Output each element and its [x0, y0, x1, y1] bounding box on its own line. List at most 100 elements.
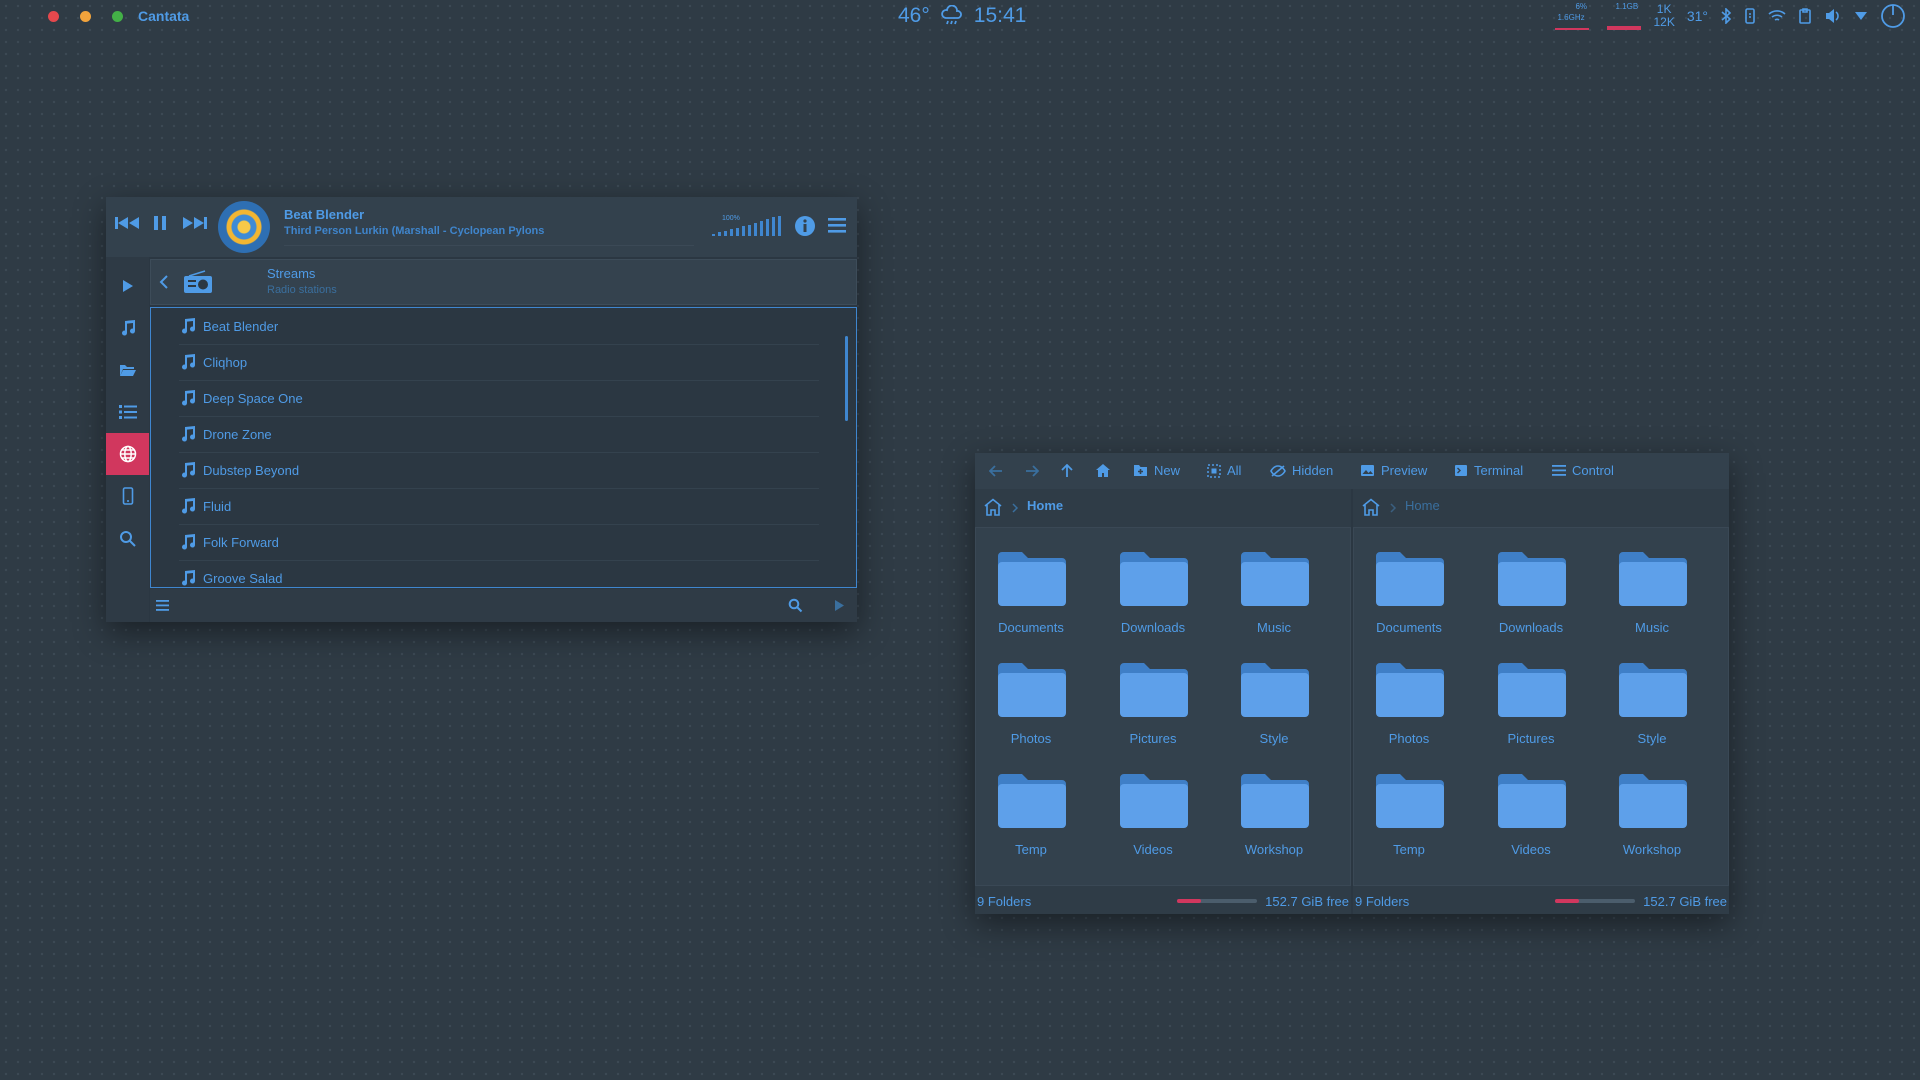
folder-icon — [1120, 552, 1188, 606]
folder-name: Documents — [998, 620, 1064, 635]
close-window-button[interactable] — [48, 11, 59, 22]
folder-item[interactable]: Pictures — [1092, 649, 1202, 749]
image-icon — [1361, 465, 1374, 476]
list-item[interactable]: Dubstep Beyond — [179, 452, 819, 489]
system-temperature[interactable]: 31° — [1687, 8, 1708, 24]
back-arrow-icon[interactable] — [159, 275, 169, 289]
station-name: Fluid — [203, 498, 232, 514]
volume-icon[interactable] — [1824, 8, 1842, 24]
hamburger-menu-icon[interactable] — [828, 217, 846, 233]
folder-item[interactable]: Downloads — [1470, 538, 1580, 638]
track-progress[interactable] — [284, 245, 694, 246]
player-footer — [150, 589, 857, 622]
cpu-monitor[interactable]: 6% 1.6GHz — [1553, 1, 1593, 31]
memory-monitor[interactable]: 1.1GB — [1605, 1, 1642, 31]
search-icon[interactable] — [788, 598, 803, 613]
forward-arrow-icon[interactable] — [1025, 465, 1039, 477]
folder-item[interactable]: Workshop — [1213, 760, 1323, 860]
active-app-name[interactable]: Cantata — [138, 8, 189, 24]
path-segment-home[interactable]: Home — [1405, 498, 1440, 513]
list-item[interactable]: Cliqhop — [179, 344, 819, 381]
sidebar-item-search[interactable] — [106, 517, 149, 559]
power-icon[interactable] — [1880, 3, 1906, 29]
station-name: Dubstep Beyond — [203, 462, 300, 478]
sidebar-item-playlists[interactable] — [106, 391, 149, 433]
list-item[interactable]: Groove Salad — [179, 560, 819, 587]
show-hidden-button[interactable]: Hidden — [1270, 463, 1333, 478]
folder-item[interactable]: Music — [1591, 538, 1701, 638]
folder-item[interactable]: Style — [1591, 649, 1701, 749]
globe-icon — [119, 445, 136, 463]
folder-icon — [1376, 663, 1444, 717]
list-scrollbar[interactable] — [845, 336, 848, 421]
sidebar-item-folders[interactable] — [106, 349, 149, 391]
control-menu-button[interactable]: Control — [1552, 463, 1614, 478]
folder-item[interactable]: Music — [1213, 538, 1323, 638]
list-item[interactable]: Drone Zone — [179, 416, 819, 453]
list-item[interactable]: Beat Blender — [179, 308, 819, 345]
sidebar-item-devices[interactable] — [106, 475, 149, 517]
network-monitor[interactable]: 1K 12K — [1653, 3, 1674, 29]
pause-icon[interactable] — [152, 215, 168, 231]
wifi-icon[interactable] — [1768, 9, 1786, 23]
search-icon — [120, 530, 136, 547]
home-outline-icon[interactable] — [1361, 498, 1381, 516]
folder-icon — [998, 552, 1066, 606]
maximize-window-button[interactable] — [112, 11, 123, 22]
sidebar-item-play-queue[interactable] — [106, 265, 149, 307]
album-cover[interactable] — [218, 201, 270, 253]
home-outline-icon[interactable] — [983, 498, 1003, 516]
folder-item[interactable]: Documents — [1348, 538, 1458, 638]
list-item[interactable]: Fluid — [179, 488, 819, 525]
clock-widget[interactable]: 46° 15:41 — [898, 4, 1026, 28]
up-arrow-icon[interactable] — [1061, 464, 1073, 478]
folder-item[interactable]: Temp — [970, 760, 1080, 860]
list-item[interactable]: Folk Forward — [179, 524, 819, 561]
folder-item[interactable]: Videos — [1470, 760, 1580, 860]
new-folder-button[interactable]: New — [1133, 463, 1180, 478]
clipboard-icon[interactable] — [1798, 8, 1812, 24]
folder-item[interactable]: Photos — [970, 649, 1080, 749]
station-name: Deep Space One — [203, 390, 303, 406]
hamburger-menu-icon[interactable] — [156, 600, 169, 611]
folder-item[interactable]: Documents — [970, 538, 1080, 638]
music-note-icon — [182, 462, 196, 478]
info-icon[interactable] — [794, 215, 816, 237]
bluetooth-icon[interactable] — [1720, 8, 1732, 24]
streams-breadcrumb: Streams Radio stations — [150, 259, 857, 305]
clock-time: 15:41 — [973, 4, 1027, 27]
play-icon[interactable] — [834, 599, 845, 612]
memory-usage: 1.1GB — [1615, 2, 1639, 11]
home-icon[interactable] — [1095, 463, 1111, 478]
folder-item[interactable]: Photos — [1348, 649, 1458, 749]
folder-item[interactable]: Pictures — [1470, 649, 1580, 749]
minimize-window-button[interactable] — [80, 11, 91, 22]
weather-temperature: 46° — [898, 4, 930, 27]
right-pane-folders: Documents Downloads Music Photos Picture… — [1353, 527, 1729, 886]
sidebar-item-library[interactable] — [106, 307, 149, 349]
folder-item[interactable]: Videos — [1092, 760, 1202, 860]
next-track-icon[interactable] — [182, 215, 208, 231]
folder-item[interactable]: Downloads — [1092, 538, 1202, 638]
folder-item[interactable]: Style — [1213, 649, 1323, 749]
breadcrumb-title: Streams — [267, 266, 316, 281]
previous-track-icon[interactable] — [114, 215, 140, 231]
volume-bars-icon — [712, 216, 781, 236]
list-item[interactable]: Deep Space One — [179, 380, 819, 417]
memory-graph — [1607, 26, 1642, 30]
folder-open-icon — [119, 365, 136, 376]
terminal-button[interactable]: Terminal — [1454, 463, 1523, 478]
folder-icon — [1120, 774, 1188, 828]
folder-icon — [1498, 774, 1566, 828]
back-arrow-icon[interactable] — [989, 465, 1003, 477]
preview-button[interactable]: Preview — [1360, 463, 1427, 478]
stations-list: Beat Blender Cliqhop Deep Space One Dron… — [150, 307, 857, 588]
chevron-down-icon[interactable] — [1854, 11, 1868, 21]
folder-item[interactable]: Temp — [1348, 760, 1458, 860]
sidebar-item-internet[interactable] — [106, 433, 149, 475]
phone-connect-icon[interactable] — [1744, 8, 1756, 24]
folder-icon — [1241, 663, 1309, 717]
select-all-button[interactable]: All — [1207, 463, 1241, 478]
path-segment-home[interactable]: Home — [1027, 498, 1063, 513]
folder-item[interactable]: Workshop — [1591, 760, 1701, 860]
